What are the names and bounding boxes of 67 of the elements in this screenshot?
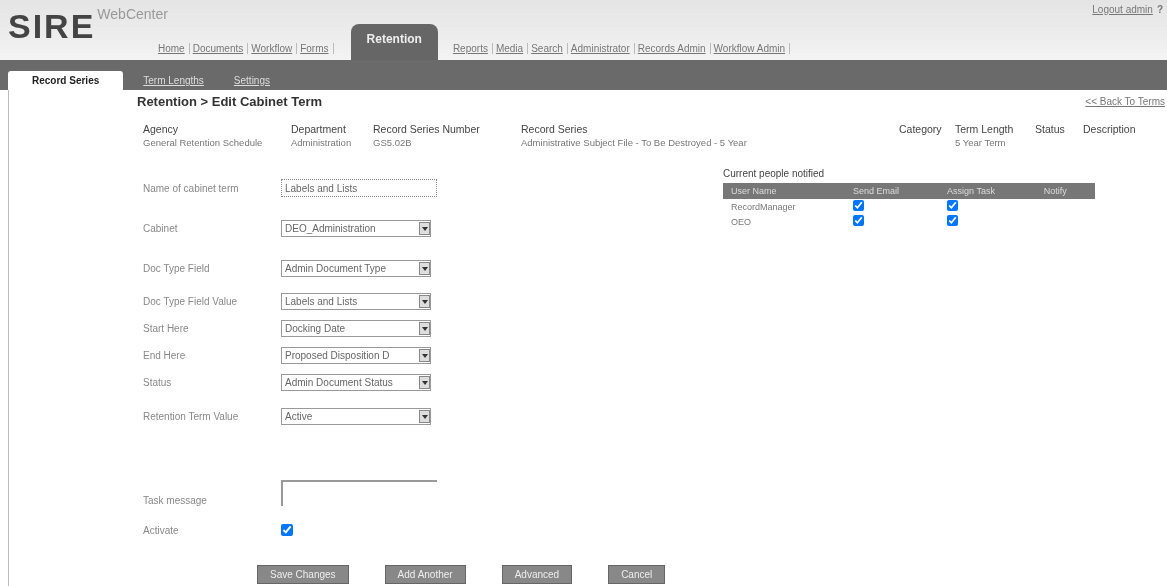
field-label: Doc Type Field Value xyxy=(143,296,239,307)
sub-tab[interactable]: Term Lengths xyxy=(133,73,214,90)
nav-tab[interactable]: Retention xyxy=(350,24,438,60)
action-button[interactable]: Cancel xyxy=(608,565,666,584)
field-label: Activate xyxy=(143,524,180,536)
nav-link[interactable]: Search xyxy=(531,43,568,54)
nav-link[interactable]: Records Admin xyxy=(637,43,711,54)
column-header: Send Email xyxy=(845,183,940,199)
column-header: Notify xyxy=(1035,183,1095,199)
checkbox[interactable] xyxy=(947,200,959,211)
field-label: Status xyxy=(143,377,173,388)
text-field[interactable]: Labels and Lists xyxy=(281,179,437,197)
field-label: Task message xyxy=(143,495,208,506)
field-label: Retention Term Value xyxy=(143,410,240,422)
dropdown[interactable]: DEO_Administration xyxy=(281,219,431,237)
column-header: Record Series Number xyxy=(373,123,481,135)
column-header: Agency xyxy=(143,123,180,135)
field-label: Cabinet xyxy=(143,222,179,234)
table-cell-text: General Retention Schedule xyxy=(143,137,264,148)
nav-link[interactable]: Workflow Admin xyxy=(713,43,791,54)
action-button[interactable]: Save Changes xyxy=(257,565,349,584)
column-header: User Name xyxy=(723,183,846,199)
table-cell-text: OEO xyxy=(730,215,752,229)
back-link[interactable]: << Back To Terms xyxy=(1085,96,1165,107)
column-header: Record Series xyxy=(521,123,589,135)
dropdown[interactable]: Admin Document Status xyxy=(281,374,431,391)
nav-link[interactable]: Documents xyxy=(192,43,249,54)
nav-link[interactable]: Reports xyxy=(452,43,493,54)
nav-link[interactable]: Home xyxy=(158,43,190,54)
nav-link[interactable]: Forms xyxy=(300,43,334,54)
checkbox[interactable] xyxy=(853,200,865,211)
dropdown[interactable]: Active xyxy=(281,407,431,425)
checkbox[interactable] xyxy=(947,215,959,226)
dropdown[interactable]: Admin Document Type xyxy=(281,259,431,277)
table-cell-text: Administrative Subject File - To Be Destroyed - 5 Year xyxy=(521,137,748,148)
column-header: Term Length xyxy=(955,123,1015,135)
table-cell-text: 5 Year Term xyxy=(955,137,1007,148)
nav-link[interactable]: Media xyxy=(495,43,529,54)
page-title: Retention > Edit Cabinet Term xyxy=(137,94,323,109)
dropdown[interactable]: Docking Date xyxy=(281,320,431,337)
dropdown[interactable]: Proposed Disposition D xyxy=(281,347,431,364)
column-header: Status xyxy=(1035,123,1066,135)
table-cell-text: GS5.02B xyxy=(373,137,413,148)
action-button[interactable]: Add Another xyxy=(384,565,466,584)
column-header: Category xyxy=(899,123,943,135)
sub-tab[interactable]: Record Series xyxy=(8,71,124,90)
field-label: Doc Type Field xyxy=(143,262,211,274)
section-title: Current people notified xyxy=(723,168,826,179)
sub-tab[interactable]: Settings xyxy=(223,73,280,90)
logout-link[interactable]: Logout admin xyxy=(1092,4,1153,15)
product-name: WebCenter xyxy=(97,6,168,22)
column-header: Description xyxy=(1083,123,1136,135)
column-header: Assign Task xyxy=(939,183,1036,199)
help-link[interactable]: ? xyxy=(1156,4,1163,15)
field-label: End Here xyxy=(143,350,187,361)
checkbox[interactable] xyxy=(853,215,865,226)
column-header: Department xyxy=(291,123,347,135)
logo: SIRE xyxy=(8,6,96,46)
table-cell: RecordManager xyxy=(723,199,846,214)
action-button[interactable]: Advanced xyxy=(501,565,573,584)
table-cell-text: Administration xyxy=(291,137,353,148)
checkbox[interactable] xyxy=(281,524,293,536)
dropdown[interactable]: Labels and Lists xyxy=(281,293,431,310)
nav-link[interactable]: Workflow xyxy=(251,43,298,54)
field-label: Start Here xyxy=(143,323,190,334)
field-label: Name of cabinet term xyxy=(143,182,240,194)
nav-link[interactable]: Administrator xyxy=(570,43,635,54)
